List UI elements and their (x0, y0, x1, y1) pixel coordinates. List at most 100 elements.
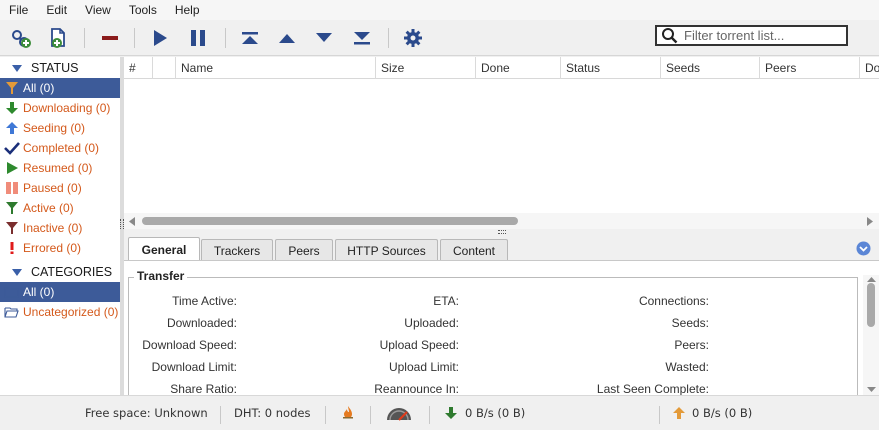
filter-seeding[interactable]: Seeding (0) (0, 118, 120, 138)
filter-paused[interactable]: Paused (0) (0, 178, 120, 198)
wasted-label: Wasted: (665, 360, 709, 374)
column-header-done[interactable]: Done (476, 57, 561, 79)
upload-arrow-icon (673, 407, 685, 419)
transfer-title: Transfer (134, 269, 188, 283)
transfer-group (128, 277, 858, 397)
add-torrent-link-button[interactable] (8, 25, 34, 51)
tab-trackers[interactable]: Trackers (201, 239, 273, 261)
scroll-up-icon[interactable] (867, 276, 876, 283)
column-header-size[interactable]: Size (376, 57, 476, 79)
filter-completed-label: Completed (0) (23, 141, 100, 155)
menu-edit[interactable]: Edit (37, 0, 76, 20)
tab-http-sources[interactable]: HTTP Sources (335, 239, 438, 261)
download-limit-label: Download Limit: (151, 360, 237, 374)
folder-open-icon (4, 307, 19, 318)
toolbar-separator (84, 28, 85, 48)
column-header-queue[interactable]: # (124, 57, 153, 79)
menu-file[interactable]: File (0, 0, 37, 20)
all-filter-icon (5, 82, 18, 94)
filter-completed[interactable]: Completed (0) (0, 138, 120, 158)
categories-section-title: CATEGORIES (31, 265, 113, 279)
column-header-peers[interactable]: Peers (760, 57, 860, 79)
menu-view[interactable]: View (76, 0, 120, 20)
uploaded-label: Uploaded: (404, 316, 459, 330)
filter-active[interactable]: Active (0) (0, 198, 120, 218)
status-section-header[interactable]: STATUS (0, 58, 120, 78)
filter-seeding-label: Seeding (0) (23, 121, 86, 135)
scrollbar-thumb[interactable] (142, 217, 518, 225)
details-vertical-scrollbar[interactable] (863, 275, 879, 396)
time-active-label: Time Active: (172, 294, 237, 308)
tab-content[interactable]: Content (440, 239, 508, 261)
category-all-label: All (0) (23, 285, 55, 299)
download-speed-label: Download Speed: (142, 338, 237, 352)
play-icon (6, 162, 18, 174)
arrow-down-icon (316, 33, 332, 42)
filter-downloading[interactable]: Downloading (0) (0, 98, 120, 118)
checkmark-icon (3, 142, 20, 155)
seeds-label: Seeds: (671, 316, 709, 330)
column-header-status[interactable]: Status (561, 57, 661, 79)
categories-section-header[interactable]: CATEGORIES (0, 262, 120, 282)
move-down-button[interactable] (311, 25, 337, 51)
download-speed-text: 0 B/s (0 B) (465, 406, 526, 420)
inactive-filter-icon (5, 222, 18, 234)
menu-help[interactable]: Help (166, 0, 209, 20)
resume-button[interactable] (147, 25, 173, 51)
pause-icon (191, 30, 205, 46)
collapse-arrow-icon (12, 268, 22, 276)
column-header-download-speed[interactable]: Do (860, 57, 879, 79)
collapse-panel-icon[interactable] (856, 241, 871, 256)
speed-limit-icon[interactable] (385, 405, 413, 421)
pause-button[interactable] (185, 25, 211, 51)
status-section-title: STATUS (31, 61, 79, 75)
error-icon (10, 242, 13, 254)
filter-resumed[interactable]: Resumed (0) (0, 158, 120, 178)
table-header: # Name Size Done Status Seeds Peers Do (124, 57, 879, 79)
column-header-seeds[interactable]: Seeds (661, 57, 760, 79)
options-button[interactable] (400, 25, 426, 51)
tab-general[interactable]: General (128, 237, 200, 261)
category-uncategorized[interactable]: Uncategorized (0) (0, 302, 120, 322)
panel-splitter-handle[interactable] (498, 230, 506, 234)
filter-input[interactable] (684, 28, 844, 43)
scroll-left-icon[interactable] (128, 217, 136, 226)
move-up-button[interactable] (274, 25, 300, 51)
connection-status-icon[interactable] (342, 405, 354, 419)
move-top-button[interactable] (237, 25, 263, 51)
column-header-blank[interactable] (153, 57, 176, 79)
toolbar-separator (388, 28, 389, 48)
filter-errored[interactable]: Errored (0) (0, 238, 120, 258)
tab-peers[interactable]: Peers (275, 239, 333, 261)
general-panel: Transfer Time Active: Downloaded: Downlo… (124, 260, 879, 397)
free-space-text: Free space: Unknown (85, 406, 208, 420)
filter-resumed-label: Resumed (0) (23, 161, 93, 175)
upload-limit-label: Upload Limit: (388, 360, 459, 374)
add-torrent-file-button[interactable] (45, 25, 71, 51)
upload-speed-label: Upload Speed: (379, 338, 459, 352)
arrow-up-icon (279, 34, 295, 43)
scroll-right-icon[interactable] (866, 217, 874, 226)
delete-button[interactable] (97, 25, 123, 51)
category-all[interactable]: All (0) (0, 282, 120, 302)
filter-box[interactable] (655, 25, 848, 46)
folder-icon (4, 287, 19, 298)
properties-tabs: General Trackers Peers HTTP Sources Cont… (124, 236, 879, 261)
dht-nodes-text: DHT: 0 nodes (234, 406, 311, 420)
toolbar-separator (225, 28, 226, 48)
table-horizontal-scrollbar[interactable] (124, 213, 879, 229)
menu-tools[interactable]: Tools (120, 0, 166, 20)
status-separator (325, 406, 326, 424)
scroll-down-icon[interactable] (867, 386, 876, 393)
share-ratio-label: Share Ratio: (170, 382, 237, 396)
move-bottom-button[interactable] (349, 25, 375, 51)
status-bar: Free space: Unknown DHT: 0 nodes 0 B/s (… (0, 395, 879, 426)
scrollbar-thumb[interactable] (867, 283, 875, 327)
upload-arrow-icon (5, 122, 18, 134)
column-header-name[interactable]: Name (176, 57, 376, 79)
torrent-table: # Name Size Done Status Seeds Peers Do (124, 57, 879, 229)
filter-all[interactable]: All (0) (0, 78, 120, 98)
filter-inactive[interactable]: Inactive (0) (0, 218, 120, 238)
toolbar-separator (134, 28, 135, 48)
category-uncategorized-label: Uncategorized (0) (23, 305, 119, 319)
